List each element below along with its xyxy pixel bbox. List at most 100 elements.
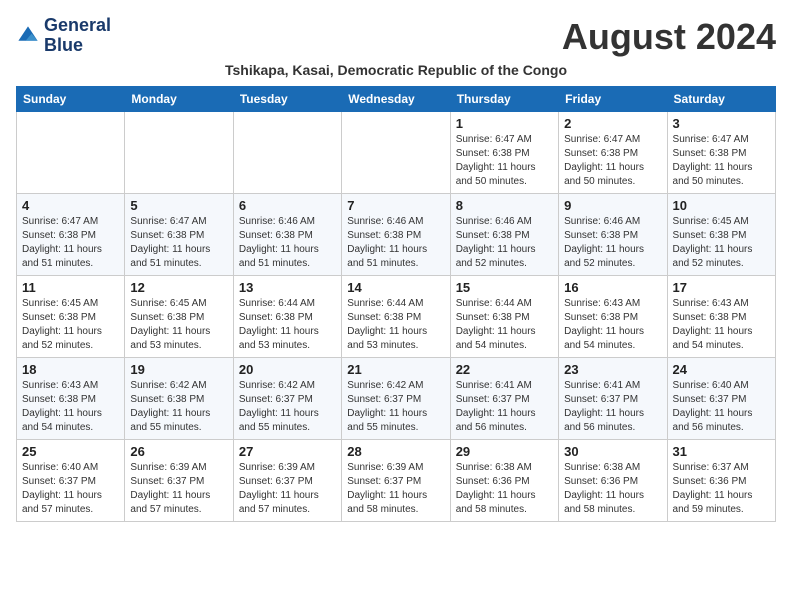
calendar-cell: 25 Sunrise: 6:40 AM Sunset: 6:37 PM Dayli… — [17, 440, 125, 522]
day-info: Sunrise: 6:45 AM Sunset: 6:38 PM Dayligh… — [130, 297, 227, 353]
day-number: 18 — [22, 362, 119, 377]
calendar-cell: 9 Sunrise: 6:46 AM Sunset: 6:38 PM Daylig… — [559, 194, 667, 276]
calendar-cell: 27Sunrise: 6:39 AM Sunset: 6:37 PM Dayli… — [233, 440, 341, 522]
day-number: 13 — [239, 280, 336, 295]
logo-icon — [16, 24, 40, 48]
calendar-week-row: 18 Sunrise: 6:43 AM Sunset: 6:38 PM Dayli… — [17, 358, 776, 440]
calendar-cell: 21 Sunrise: 6:42 AM Sunset: 6:37 PM Dayli… — [342, 358, 450, 440]
day-info: Sunrise: 6:46 AM Sunset: 6:38 PM Dayligh… — [456, 215, 553, 271]
calendar-cell: 22Sunrise: 6:41 AM Sunset: 6:37 PM Dayli… — [450, 358, 558, 440]
calendar-week-row: 11 Sunrise: 6:45 AM Sunset: 6:38 PM Dayli… — [17, 276, 776, 358]
calendar-cell: 4 Sunrise: 6:47 AM Sunset: 6:38 PM Daylig… — [17, 194, 125, 276]
header: General Blue August 2024 — [16, 16, 776, 58]
day-info: Sunrise: 6:40 AM Sunset: 6:37 PM Dayligh… — [22, 461, 119, 517]
calendar-cell: 5 Sunrise: 6:47 AM Sunset: 6:38 PM Daylig… — [125, 194, 233, 276]
day-info: Sunrise: 6:39 AM Sunset: 6:37 PM Dayligh… — [347, 461, 444, 517]
day-info: Sunrise: 6:41 AM Sunset: 6:37 PM Dayligh… — [456, 379, 553, 435]
day-number: 23 — [564, 362, 661, 377]
day-number: 11 — [22, 280, 119, 295]
calendar-cell: 18 Sunrise: 6:43 AM Sunset: 6:38 PM Dayli… — [17, 358, 125, 440]
weekday-header-tuesday: Tuesday — [233, 87, 341, 112]
day-number: 26 — [130, 444, 227, 459]
calendar-cell: 3 Sunrise: 6:47 AM Sunset: 6:38 PM Daylig… — [667, 112, 775, 194]
weekday-header-sunday: Sunday — [17, 87, 125, 112]
day-info: Sunrise: 6:46 AM Sunset: 6:38 PM Dayligh… — [239, 215, 336, 271]
weekday-header-friday: Friday — [559, 87, 667, 112]
calendar-cell: 29Sunrise: 6:38 AM Sunset: 6:36 PM Dayli… — [450, 440, 558, 522]
day-number: 9 — [564, 198, 661, 213]
day-info: Sunrise: 6:37 AM Sunset: 6:36 PM Dayligh… — [673, 461, 770, 517]
calendar-cell: 30Sunrise: 6:38 AM Sunset: 6:36 PM Dayli… — [559, 440, 667, 522]
day-number: 5 — [130, 198, 227, 213]
day-info: Sunrise: 6:45 AM Sunset: 6:38 PM Dayligh… — [673, 215, 770, 271]
calendar-cell: 6 Sunrise: 6:46 AM Sunset: 6:38 PM Daylig… — [233, 194, 341, 276]
day-info: Sunrise: 6:47 AM Sunset: 6:38 PM Dayligh… — [456, 133, 553, 189]
day-info: Sunrise: 6:47 AM Sunset: 6:38 PM Dayligh… — [22, 215, 119, 271]
day-info: Sunrise: 6:42 AM Sunset: 6:37 PM Dayligh… — [239, 379, 336, 435]
weekday-header-saturday: Saturday — [667, 87, 775, 112]
day-number: 1 — [456, 116, 553, 131]
day-number: 20 — [239, 362, 336, 377]
calendar-cell: 8 Sunrise: 6:46 AM Sunset: 6:38 PM Daylig… — [450, 194, 558, 276]
calendar-cell: 31 Sunrise: 6:37 AM Sunset: 6:36 PM Dayli… — [667, 440, 775, 522]
calendar-cell — [125, 112, 233, 194]
day-info: Sunrise: 6:44 AM Sunset: 6:38 PM Dayligh… — [239, 297, 336, 353]
day-number: 31 — [673, 444, 770, 459]
day-number: 16 — [564, 280, 661, 295]
day-number: 27 — [239, 444, 336, 459]
weekday-header-wednesday: Wednesday — [342, 87, 450, 112]
day-info: Sunrise: 6:43 AM Sunset: 6:38 PM Dayligh… — [564, 297, 661, 353]
calendar-week-row: 4 Sunrise: 6:47 AM Sunset: 6:38 PM Daylig… — [17, 194, 776, 276]
month-title: August 2024 — [562, 16, 776, 58]
day-info: Sunrise: 6:40 AM Sunset: 6:37 PM Dayligh… — [673, 379, 770, 435]
day-number: 4 — [22, 198, 119, 213]
calendar-table: SundayMondayTuesdayWednesdayThursdayFrid… — [16, 86, 776, 522]
day-info: Sunrise: 6:43 AM Sunset: 6:38 PM Dayligh… — [673, 297, 770, 353]
calendar-cell: 10 Sunrise: 6:45 AM Sunset: 6:38 PM Dayli… — [667, 194, 775, 276]
day-info: Sunrise: 6:45 AM Sunset: 6:38 PM Dayligh… — [22, 297, 119, 353]
calendar-cell: 24 Sunrise: 6:40 AM Sunset: 6:37 PM Dayli… — [667, 358, 775, 440]
calendar-cell: 28 Sunrise: 6:39 AM Sunset: 6:37 PM Dayli… — [342, 440, 450, 522]
day-info: Sunrise: 6:41 AM Sunset: 6:37 PM Dayligh… — [564, 379, 661, 435]
day-info: Sunrise: 6:47 AM Sunset: 6:38 PM Dayligh… — [130, 215, 227, 271]
day-number: 17 — [673, 280, 770, 295]
calendar-cell: 17 Sunrise: 6:43 AM Sunset: 6:38 PM Dayli… — [667, 276, 775, 358]
calendar-week-row: 25 Sunrise: 6:40 AM Sunset: 6:37 PM Dayli… — [17, 440, 776, 522]
weekday-header-thursday: Thursday — [450, 87, 558, 112]
day-number: 10 — [673, 198, 770, 213]
calendar-cell: 15Sunrise: 6:44 AM Sunset: 6:38 PM Dayli… — [450, 276, 558, 358]
calendar-cell — [17, 112, 125, 194]
day-info: Sunrise: 6:47 AM Sunset: 6:38 PM Dayligh… — [564, 133, 661, 189]
day-number: 7 — [347, 198, 444, 213]
day-number: 24 — [673, 362, 770, 377]
day-number: 25 — [22, 444, 119, 459]
calendar-cell: 20 Sunrise: 6:42 AM Sunset: 6:37 PM Dayli… — [233, 358, 341, 440]
day-info: Sunrise: 6:46 AM Sunset: 6:38 PM Dayligh… — [564, 215, 661, 271]
day-info: Sunrise: 6:39 AM Sunset: 6:37 PM Dayligh… — [130, 461, 227, 517]
calendar-cell — [233, 112, 341, 194]
calendar-cell: 12Sunrise: 6:45 AM Sunset: 6:38 PM Dayli… — [125, 276, 233, 358]
logo: General Blue — [16, 16, 111, 56]
calendar-cell: 26 Sunrise: 6:39 AM Sunset: 6:37 PM Dayli… — [125, 440, 233, 522]
calendar-cell: 23 Sunrise: 6:41 AM Sunset: 6:37 PM Dayli… — [559, 358, 667, 440]
calendar-week-row: 1 Sunrise: 6:47 AM Sunset: 6:38 PM Daylig… — [17, 112, 776, 194]
day-number: 3 — [673, 116, 770, 131]
calendar-cell: 1 Sunrise: 6:47 AM Sunset: 6:38 PM Daylig… — [450, 112, 558, 194]
calendar-cell — [342, 112, 450, 194]
day-info: Sunrise: 6:38 AM Sunset: 6:36 PM Dayligh… — [564, 461, 661, 517]
day-info: Sunrise: 6:47 AM Sunset: 6:38 PM Dayligh… — [673, 133, 770, 189]
day-number: 2 — [564, 116, 661, 131]
day-number: 28 — [347, 444, 444, 459]
day-number: 6 — [239, 198, 336, 213]
day-info: Sunrise: 6:42 AM Sunset: 6:38 PM Dayligh… — [130, 379, 227, 435]
weekday-header-monday: Monday — [125, 87, 233, 112]
day-info: Sunrise: 6:43 AM Sunset: 6:38 PM Dayligh… — [22, 379, 119, 435]
day-number: 14 — [347, 280, 444, 295]
day-info: Sunrise: 6:38 AM Sunset: 6:36 PM Dayligh… — [456, 461, 553, 517]
logo-text: General Blue — [44, 16, 111, 56]
day-number: 8 — [456, 198, 553, 213]
day-info: Sunrise: 6:46 AM Sunset: 6:38 PM Dayligh… — [347, 215, 444, 271]
day-info: Sunrise: 6:42 AM Sunset: 6:37 PM Dayligh… — [347, 379, 444, 435]
day-number: 21 — [347, 362, 444, 377]
day-number: 15 — [456, 280, 553, 295]
